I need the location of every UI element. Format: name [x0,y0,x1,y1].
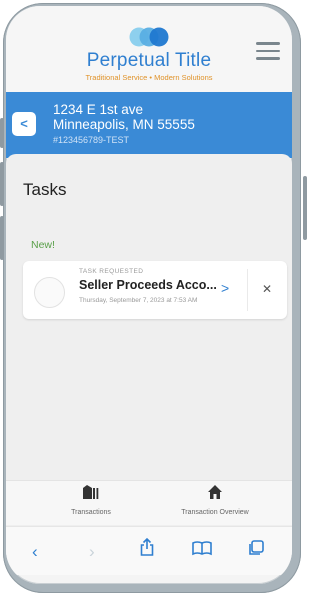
task-name[interactable]: Seller Proceeds Acco... [79,278,229,292]
brand-tagline: Traditional Service • Modern Solutions [85,73,213,82]
tab-label: Transaction Overview [181,509,249,516]
back-button[interactable]: < [12,112,36,136]
screen: Perpetual Title Traditional Service • Mo… [6,6,292,584]
tab-transaction-overview[interactable]: Transaction Overview [160,484,270,516]
mute-switch [0,118,4,148]
file-number: #123456789-TEST [53,135,130,145]
browser-back-button[interactable]: ‹ [32,542,38,562]
task-status-circle-icon[interactable] [34,277,65,308]
app-header: Perpetual Title Traditional Service • Mo… [6,6,292,92]
brand-name: Perpetual Title [86,50,212,71]
chevron-right-icon[interactable]: > [221,280,229,296]
home-icon [208,485,222,499]
tab-transactions[interactable]: Transactions [36,484,146,516]
bookmarks-icon[interactable] [192,540,212,556]
address-line-2: Minneapolis, MN 55555 [53,117,195,132]
page-title: Tasks [23,180,67,199]
task-date: Thursday, September 7, 2023 at 7:53 AM [79,297,198,304]
section-label-new: New! [31,239,55,251]
power-button [303,176,307,240]
volume-down-button [0,216,4,260]
logo-mark-icon [129,27,169,47]
share-icon[interactable] [139,537,155,557]
tabs-icon[interactable] [248,540,264,556]
tab-label: Transactions [71,509,111,516]
address-line-1: 1234 E 1st ave [53,102,144,117]
divider [247,269,248,311]
browser-forward-button[interactable]: › [89,542,95,562]
close-icon[interactable]: ✕ [262,282,272,296]
document-stack-icon [83,485,99,499]
volume-up-button [0,162,4,206]
menu-icon[interactable] [256,42,280,60]
task-kicker: TASK REQUESTED [79,268,144,275]
